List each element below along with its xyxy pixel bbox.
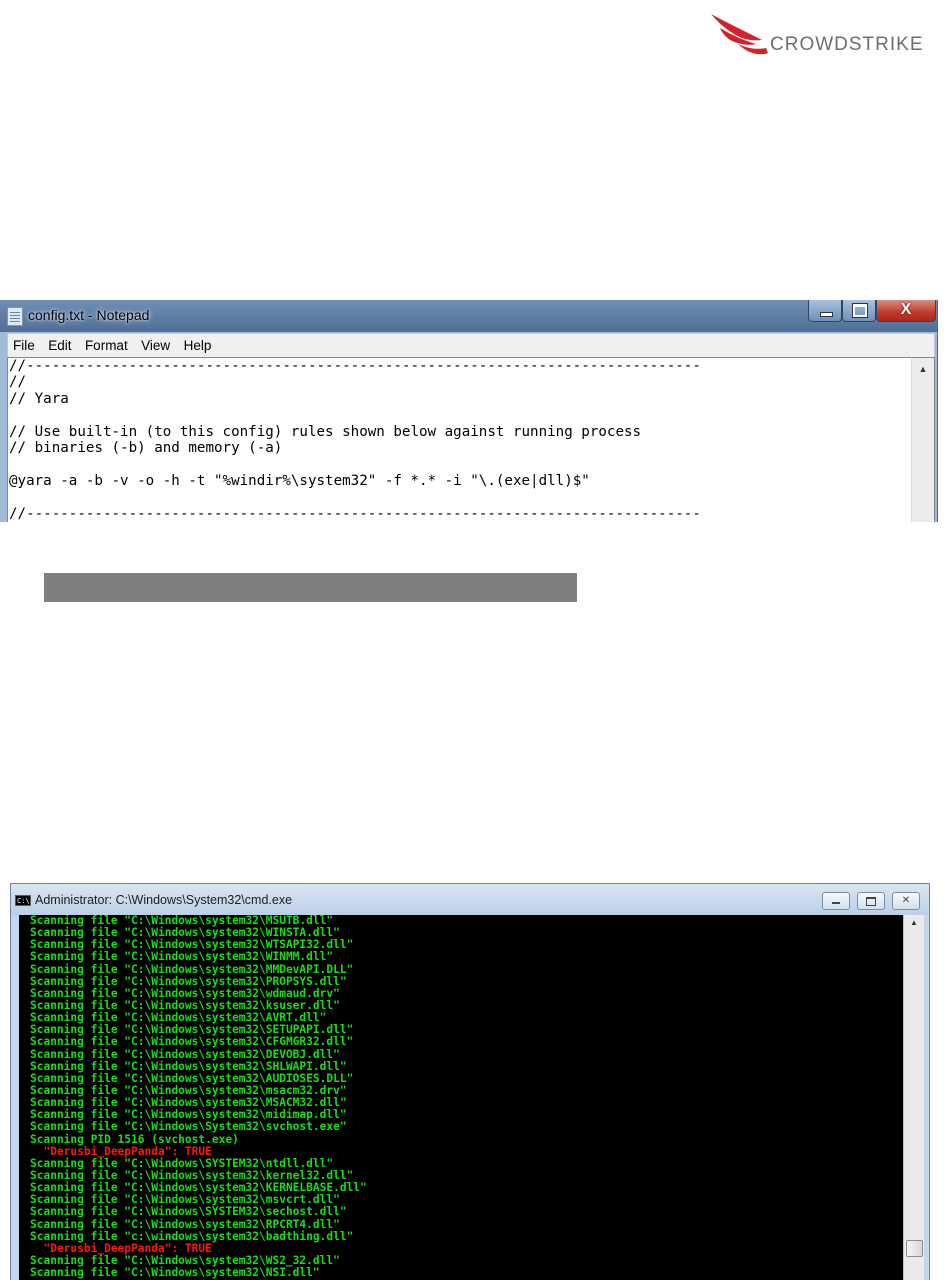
text-line: @yara -a -b -v -o -h -t "%windir%\system… xyxy=(9,472,590,489)
notepad-window: config.txt - Notepad X File Edit Format … xyxy=(0,300,938,522)
console-line: Scanning file "C:\Windows\system32\WINMM… xyxy=(30,950,334,964)
console-line: Scanning file "c:\windows\system32\badth… xyxy=(30,1229,354,1243)
close-button[interactable] xyxy=(892,892,920,910)
caption-bar xyxy=(44,573,577,602)
maximize-button[interactable] xyxy=(842,300,876,322)
console-line: Scanning PID 1516 (svchost.exe) xyxy=(30,1132,239,1146)
minimize-button[interactable] xyxy=(808,300,842,322)
notepad-titlebar[interactable]: config.txt - Notepad X xyxy=(0,300,937,332)
notepad-vertical-scrollbar[interactable]: ▲ xyxy=(911,357,935,522)
cmd-window: C:\ Administrator: C:\Windows\System32\c… xyxy=(10,883,930,1280)
alert-line: "Derusbi_DeepPanda": TRUE xyxy=(30,1144,212,1158)
close-icon: X xyxy=(900,301,912,318)
menu-help[interactable]: Help xyxy=(180,334,216,358)
console-line: Scanning file "C:\Windows\system32\RPCRT… xyxy=(30,1217,340,1231)
notepad-text-area[interactable]: //--------------------------------------… xyxy=(7,357,912,522)
cmd-titlebar[interactable]: C:\ Administrator: C:\Windows\System32\c… xyxy=(11,884,929,915)
console-icon: C:\ xyxy=(15,895,31,906)
text-line: //--------------------------------------… xyxy=(9,505,701,522)
crowdstrike-logo: CROWDSTRIKE xyxy=(708,10,933,58)
console-line: Scanning file "C:\Windows\system32\NSI.d… xyxy=(30,1266,320,1280)
text-line: //--------------------------------------… xyxy=(9,358,701,374)
cmd-title: Administrator: C:\Windows\System32\cmd.e… xyxy=(35,893,293,907)
falcon-icon xyxy=(711,14,768,55)
notepad-title: config.txt - Notepad xyxy=(28,307,150,323)
console-line: Scanning file "C:\Windows\system32\DEVOB… xyxy=(30,1047,340,1061)
minimize-button[interactable] xyxy=(822,892,850,910)
menu-edit[interactable]: Edit xyxy=(44,334,75,358)
notepad-icon xyxy=(7,307,23,326)
menu-view[interactable]: View xyxy=(137,334,174,358)
menu-file[interactable]: File xyxy=(9,334,39,358)
console-lines: Scanning file "C:\Windows\system32\MSUTB… xyxy=(30,915,367,1279)
notepad-menubar: File Edit Format View Help xyxy=(7,333,935,358)
scroll-thumb[interactable] xyxy=(906,1240,923,1257)
console-line: Scanning file "C:\Windows\system32\MMDev… xyxy=(30,962,354,976)
console-line: Scanning file "C:\Windows\System32\svcho… xyxy=(30,1120,347,1134)
logo-wordmark: CROWDSTRIKE xyxy=(770,34,924,55)
scroll-up-icon[interactable]: ▲ xyxy=(912,358,934,378)
console-output[interactable]: Scanning file "C:\Windows\system32\MSUTB… xyxy=(19,915,903,1280)
menu-format[interactable]: Format xyxy=(81,334,132,358)
cmd-vertical-scrollbar[interactable]: ▲ xyxy=(903,915,924,1280)
maximize-button[interactable] xyxy=(857,892,885,910)
text-line: // Yara xyxy=(9,390,69,407)
console-line: Scanning file "C:\Windows\system32\SHLWA… xyxy=(30,1059,347,1073)
text-line: // Use built-in (to this config) rules s… xyxy=(9,423,642,440)
console-line: Scanning file "C:\Windows\SYSTEM32\secho… xyxy=(30,1205,347,1219)
scroll-up-icon[interactable]: ▲ xyxy=(904,915,924,931)
text-line: // binaries (-b) and memory (-a) xyxy=(9,440,283,457)
close-button[interactable]: X xyxy=(876,300,936,322)
console-line: Scanning file "C:\Windows\system32\CFGMG… xyxy=(30,1035,354,1049)
text-line: // xyxy=(9,374,27,391)
